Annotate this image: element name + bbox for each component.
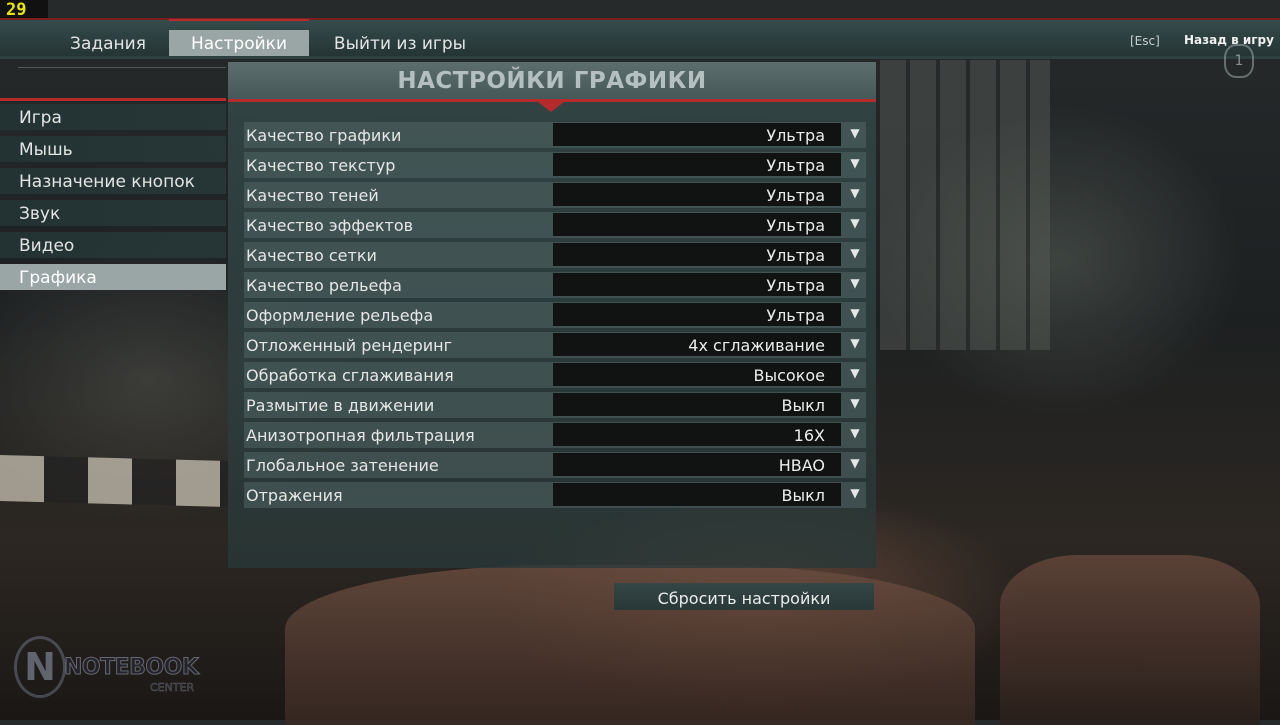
panel-header: НАСТРОЙКИ ГРАФИКИ [228,62,876,100]
setting-value: Ультра [766,246,825,265]
setting-dropdown-effects-quality[interactable]: Ультра [553,213,841,236]
dropdown-arrow-icon[interactable]: ▼ [845,453,865,476]
setting-dropdown-anisotropic-filtering[interactable]: 16X [553,423,841,446]
setting-value: Высокое [753,366,826,385]
dropdown-arrow-icon[interactable]: ▼ [845,273,865,296]
sidebar-item-key-bindings[interactable]: Назначение кнопок [0,168,226,194]
watermark-subtext: CENTER [150,681,195,695]
watermark-logo-icon: N [14,636,66,698]
setting-row: Оформление рельефа Ультра ▼ [244,302,866,328]
setting-dropdown-reflections[interactable]: Выкл [553,483,841,506]
setting-value: Ультра [766,186,825,205]
setting-row: Качество рельефа Ультра ▼ [244,272,866,298]
dropdown-arrow-icon[interactable]: ▼ [845,363,865,386]
esc-hint: [Esc] [1130,34,1160,48]
background-building [880,60,1050,350]
setting-dropdown-deferred-rendering[interactable]: 4x сглаживание [553,333,841,356]
setting-value: Ультра [766,126,825,145]
setting-row: Отражения Выкл ▼ [244,482,866,508]
rank-badge-icon: 1 [1224,44,1254,78]
setting-label: Отложенный рендеринг [246,336,453,355]
dropdown-arrow-icon[interactable]: ▼ [845,333,865,356]
setting-label: Качество рельефа [246,276,402,295]
setting-value: Ультра [766,156,825,175]
top-nav-bar: Задания Настройки Выйти из игры [Esc] На… [0,18,1280,58]
watermark-text: NOTEBOOK [63,655,199,681]
setting-value: Ультра [766,216,825,235]
settings-sidebar: Игра Мышь Назначение кнопок Звук Видео Г… [0,104,226,296]
fps-counter: 29 [0,0,48,20]
tab-settings[interactable]: Настройки [169,19,309,58]
setting-label: Отражения [246,486,343,505]
setting-dropdown-shadow-quality[interactable]: Ультра [553,183,841,206]
setting-label: Качество сетки [246,246,377,265]
setting-dropdown-graphics-quality[interactable]: Ультра [553,123,841,146]
setting-dropdown-ambient-occlusion[interactable]: HBAO [553,453,841,476]
sidebar-item-graphics[interactable]: Графика [0,264,226,290]
setting-value: Ультра [766,276,825,295]
setting-dropdown-terrain-decoration[interactable]: Ультра [553,303,841,326]
panel-notch-icon [538,102,564,112]
dropdown-arrow-icon[interactable]: ▼ [845,153,865,176]
setting-row: Глобальное затенение HBAO ▼ [244,452,866,478]
setting-value: 4x сглаживание [688,336,825,355]
setting-value: Ультра [766,306,825,325]
setting-row: Качество теней Ультра ▼ [244,182,866,208]
tab-missions[interactable]: Задания [60,30,156,58]
setting-value: Выкл [781,486,826,505]
setting-dropdown-mesh-quality[interactable]: Ультра [553,243,841,266]
setting-value: HBAO [778,456,825,475]
setting-row: Отложенный рендеринг 4x сглаживание ▼ [244,332,866,358]
sidebar-accent-line [0,98,226,101]
dropdown-arrow-icon[interactable]: ▼ [845,243,865,266]
setting-row: Размытие в движении Выкл ▼ [244,392,866,418]
setting-row: Качество графики Ультра ▼ [244,122,866,148]
dropdown-arrow-icon[interactable]: ▼ [845,393,865,416]
dropdown-arrow-icon[interactable]: ▼ [845,483,865,506]
dropdown-arrow-icon[interactable]: ▼ [845,423,865,446]
setting-row: Обработка сглаживания Высокое ▼ [244,362,866,388]
setting-label: Качество теней [246,186,379,205]
dropdown-arrow-icon[interactable]: ▼ [845,303,865,326]
setting-label: Размытие в движении [246,396,435,415]
tab-exit-game[interactable]: Выйти из игры [330,30,470,58]
dropdown-arrow-icon[interactable]: ▼ [845,123,865,146]
setting-label: Анизотропная фильтрация [246,426,475,445]
sidebar-item-video[interactable]: Видео [0,232,226,258]
setting-dropdown-antialiasing[interactable]: Высокое [553,363,841,386]
background-barrier [0,455,228,507]
setting-value: 16X [793,426,825,445]
settings-list: Качество графики Ультра ▼ Качество текст… [244,122,866,512]
setting-value: Выкл [781,396,826,415]
reset-settings-button[interactable]: Сбросить настройки [614,583,874,610]
setting-dropdown-motion-blur[interactable]: Выкл [553,393,841,416]
sidebar-top-line [18,67,226,68]
setting-label: Качество эффектов [246,216,414,235]
setting-row: Качество сетки Ультра ▼ [244,242,866,268]
background-pillar-right [1000,555,1260,725]
setting-label: Качество графики [246,126,402,145]
dropdown-arrow-icon[interactable]: ▼ [845,183,865,206]
setting-row: Качество текстур Ультра ▼ [244,152,866,178]
sidebar-item-game[interactable]: Игра [0,104,226,130]
setting-label: Качество текстур [246,156,396,175]
sidebar-item-sound[interactable]: Звук [0,200,226,226]
setting-label: Глобальное затенение [246,456,439,475]
setting-dropdown-terrain-quality[interactable]: Ультра [553,273,841,296]
setting-label: Оформление рельефа [246,306,434,325]
top-nav-divider [0,56,1280,59]
panel-title: НАСТРОЙКИ ГРАФИКИ [397,68,707,94]
setting-label: Обработка сглаживания [246,366,454,385]
dropdown-arrow-icon[interactable]: ▼ [845,213,865,236]
setting-row: Качество эффектов Ультра ▼ [244,212,866,238]
sidebar-item-mouse[interactable]: Мышь [0,136,226,162]
setting-row: Анизотропная фильтрация 16X ▼ [244,422,866,448]
setting-dropdown-texture-quality[interactable]: Ультра [553,153,841,176]
